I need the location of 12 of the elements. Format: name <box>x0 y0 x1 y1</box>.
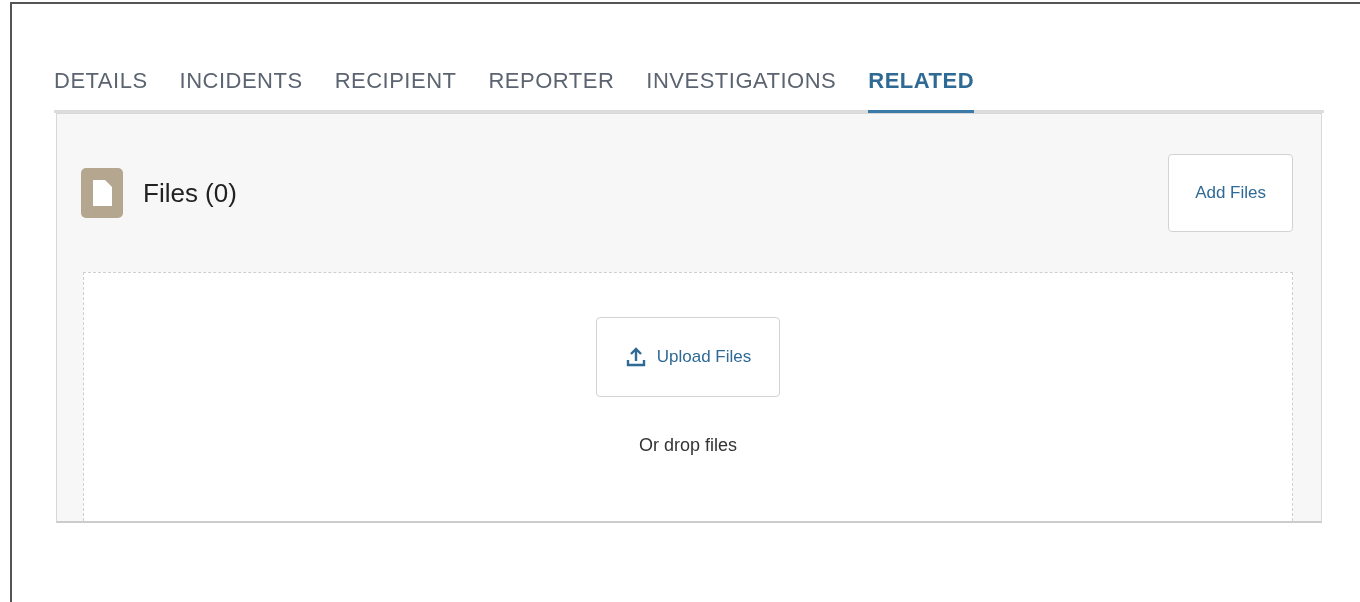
upload-icon <box>624 346 647 368</box>
file-icon <box>81 168 123 218</box>
card-title: Files (0) <box>143 177 238 209</box>
tab[interactable]: INCIDENTS <box>179 62 303 113</box>
drop-zone[interactable]: Upload Files Or drop files <box>83 272 1293 521</box>
add-files-button[interactable]: Add Files <box>1168 154 1293 232</box>
tab[interactable]: RECIPIENT <box>334 62 457 113</box>
tab[interactable]: REPORTER <box>488 62 615 113</box>
tab[interactable]: DETAILS <box>54 62 148 113</box>
tab[interactable]: INVESTIGATIONS <box>646 62 837 113</box>
drop-hint: Or drop files <box>638 435 737 456</box>
upload-files-button[interactable]: Upload Files <box>595 317 781 397</box>
